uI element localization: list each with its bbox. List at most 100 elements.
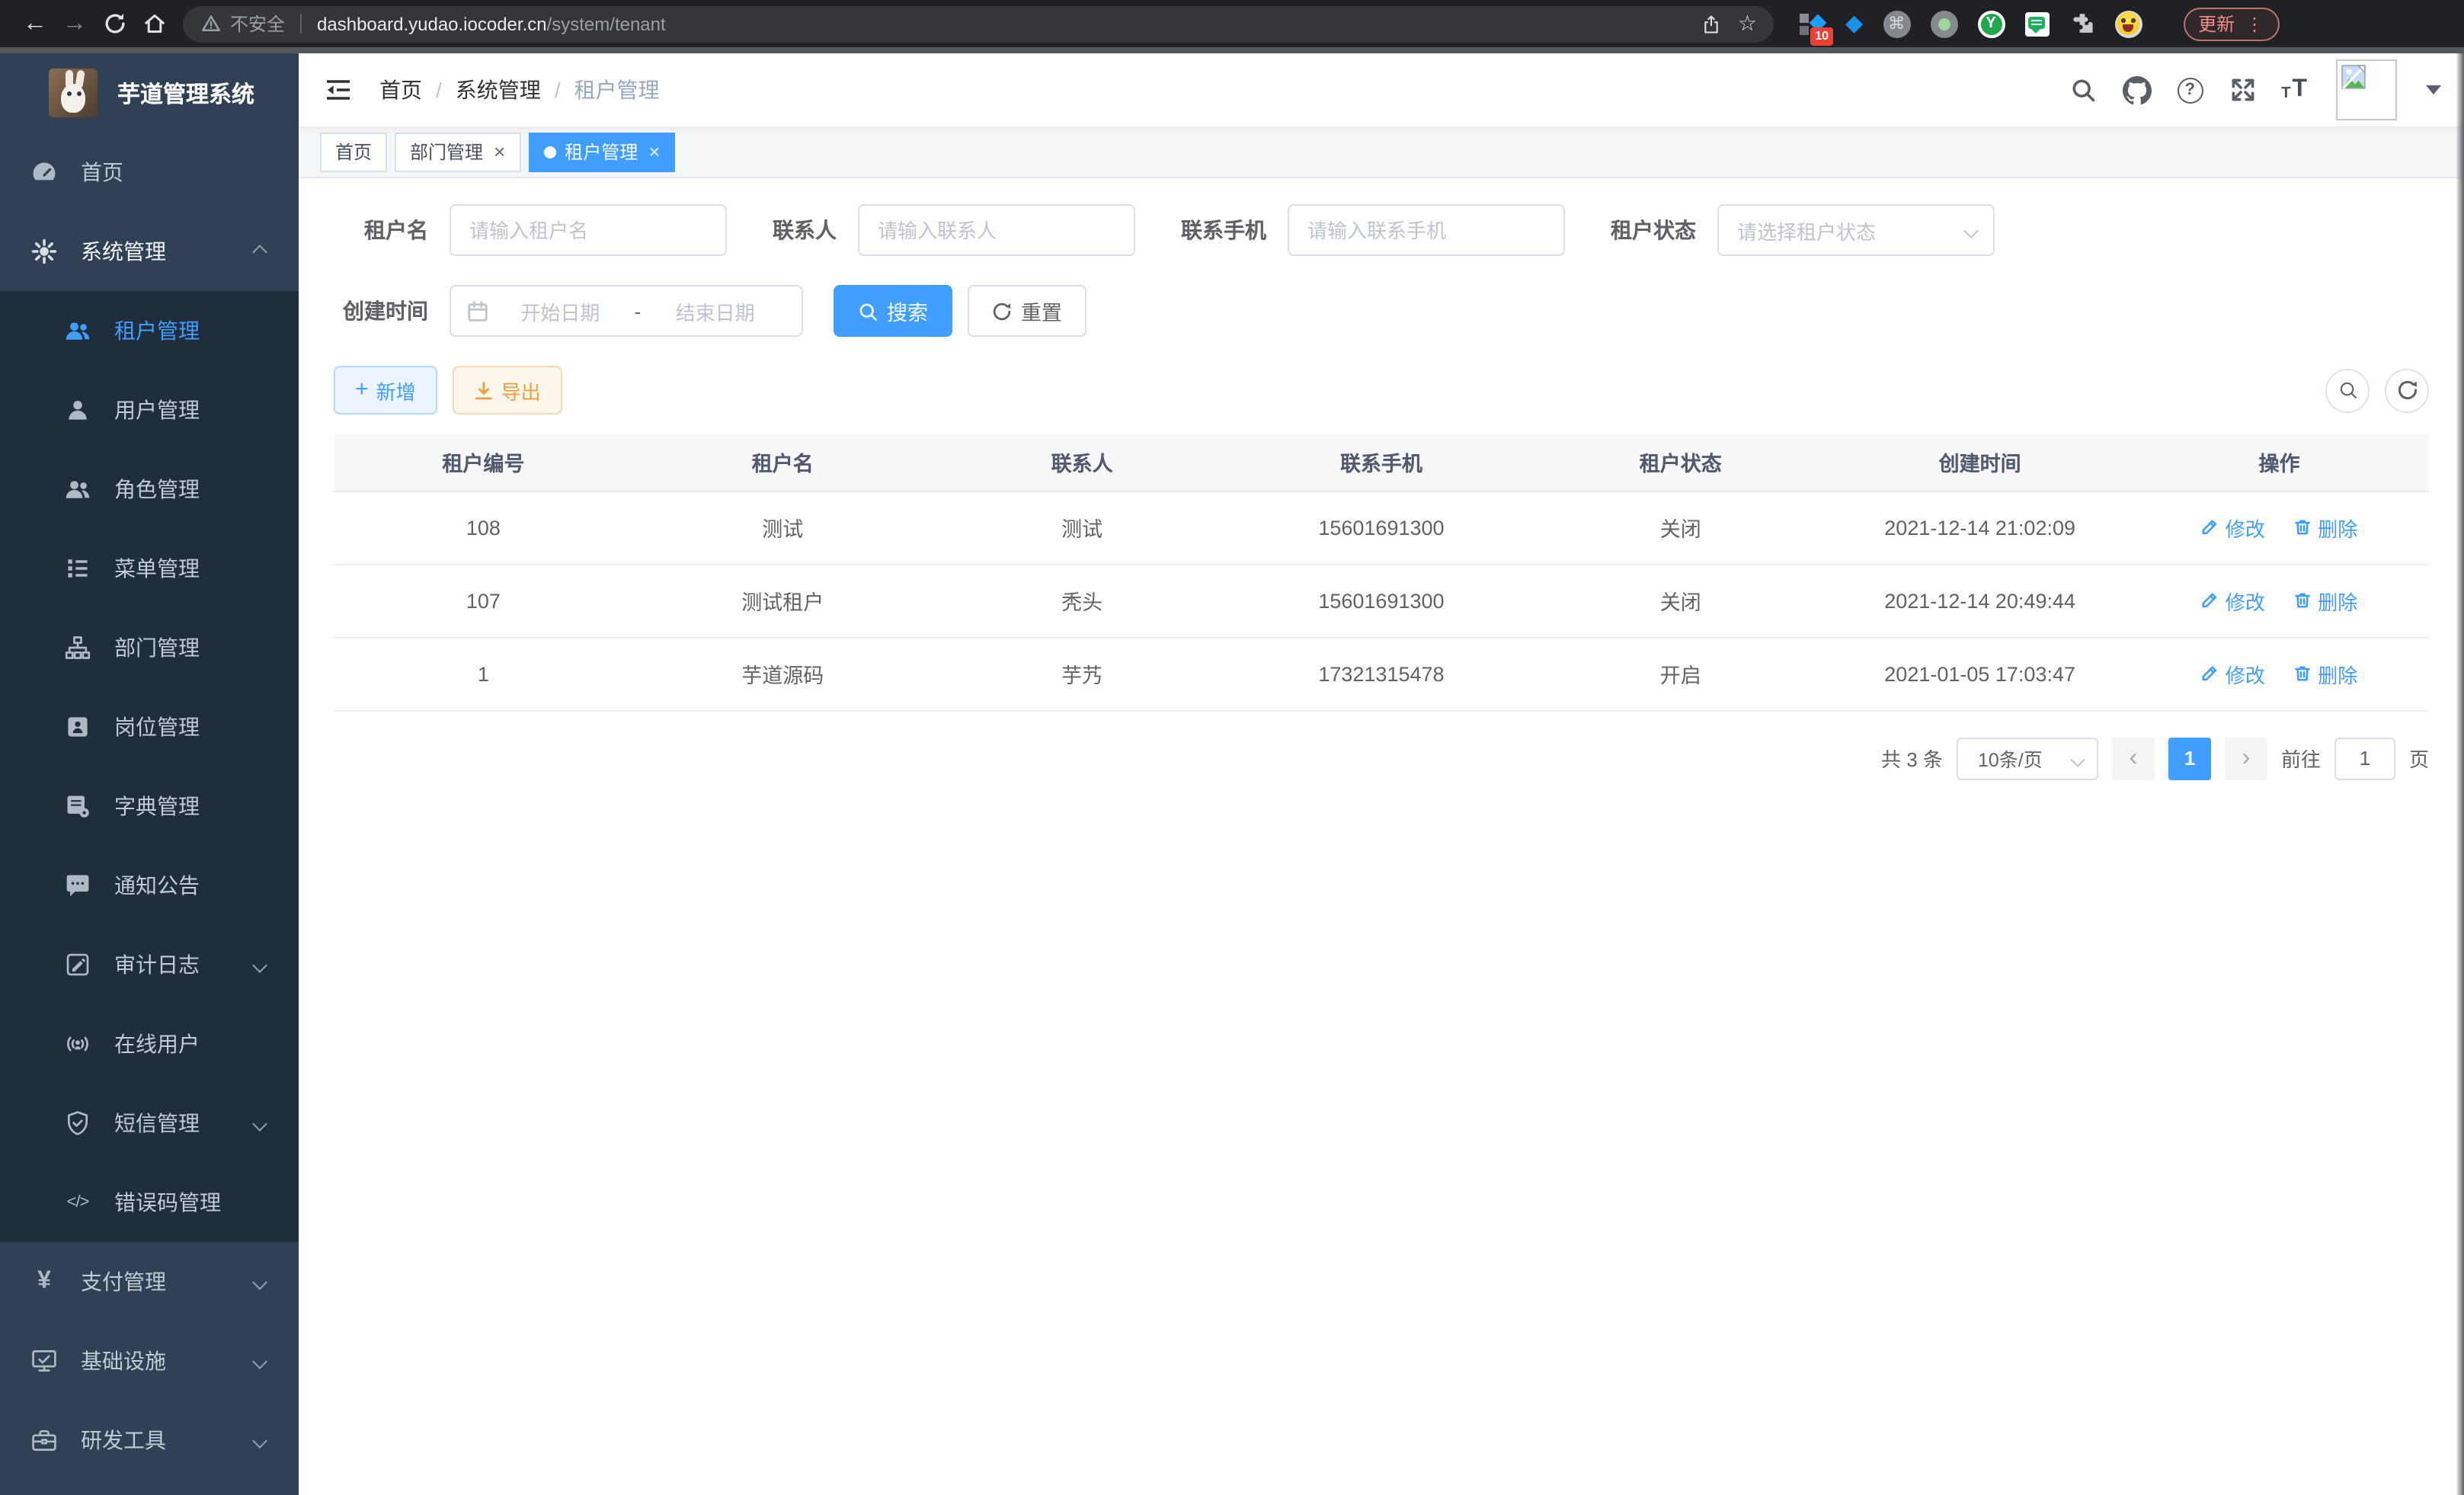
- sidebar-item-role[interactable]: 角色管理: [0, 450, 299, 529]
- sidebar-item-dept[interactable]: 部门管理: [0, 608, 299, 687]
- next-page-button[interactable]: ›: [2225, 737, 2267, 780]
- extension-chat-icon[interactable]: [2024, 11, 2049, 36]
- tab-tenant[interactable]: 租户管理 ×: [528, 132, 675, 171]
- mobile-input[interactable]: [1288, 204, 1565, 256]
- tab-home[interactable]: 首页: [320, 132, 387, 171]
- sidebar-item-user[interactable]: 用户管理: [0, 370, 299, 450]
- edit-button[interactable]: 修改: [2201, 659, 2265, 688]
- sidebar-item-error-code[interactable]: </> 错误码管理: [0, 1163, 299, 1242]
- date-start-placeholder[interactable]: 开始日期: [489, 296, 632, 325]
- date-separator: -: [632, 299, 645, 322]
- home-icon: [142, 12, 165, 35]
- sidebar-item-dict[interactable]: 字典管理: [0, 767, 299, 846]
- extension-blocks-icon[interactable]: 10: [1798, 10, 1826, 37]
- users-icon: [64, 317, 91, 344]
- delete-button[interactable]: 删除: [2293, 659, 2357, 688]
- extensions-puzzle-icon[interactable]: [2069, 11, 2094, 37]
- sidebar-fold-button[interactable]: [322, 73, 355, 107]
- extension-emoji-icon[interactable]: [2114, 10, 2142, 37]
- prev-page-button[interactable]: ‹: [2112, 737, 2155, 780]
- sidebar-item-label: 研发工具: [81, 1425, 232, 1455]
- date-range-picker[interactable]: 开始日期 - 结束日期: [450, 285, 803, 337]
- github-button[interactable]: [2121, 75, 2152, 105]
- address-bar[interactable]: 不安全 dashboard.yudao.iocoder.cn/system/te…: [183, 5, 1774, 42]
- cell-actions: 修改 删除: [2130, 491, 2429, 564]
- search-button[interactable]: 搜索: [834, 285, 952, 337]
- extension-command-icon[interactable]: ⌘: [1883, 10, 1910, 37]
- avatar-caret-icon[interactable]: [2426, 85, 2441, 94]
- fullscreen-button[interactable]: [2228, 75, 2258, 105]
- sidebar-item-audit-log[interactable]: 审计日志: [0, 925, 299, 1004]
- contact-input[interactable]: [858, 204, 1135, 256]
- extension-green-dot-icon[interactable]: [1930, 10, 1957, 37]
- browser-forward-button[interactable]: →: [55, 4, 94, 43]
- sidebar-item-dev-tools[interactable]: 研发工具: [0, 1401, 299, 1480]
- share-icon[interactable]: [1701, 13, 1723, 34]
- extension-kite-icon[interactable]: ◆: [1845, 12, 1863, 35]
- app-title: 芋道管理系统: [117, 77, 254, 109]
- cell-created: 2021-12-14 20:49:44: [1830, 564, 2130, 637]
- breadcrumb-home[interactable]: 首页: [379, 75, 422, 105]
- bookmark-star-icon[interactable]: ☆: [1738, 11, 1757, 37]
- export-button[interactable]: 导出: [453, 366, 562, 415]
- extension-y-icon[interactable]: Y: [1977, 10, 2005, 37]
- header-search-button[interactable]: [2068, 75, 2098, 105]
- date-end-placeholder[interactable]: 结束日期: [644, 296, 786, 325]
- tab-dept[interactable]: 部门管理 ×: [395, 132, 520, 171]
- browser-update-button[interactable]: 更新 ⋮: [2183, 7, 2279, 40]
- edit-button[interactable]: 修改: [2201, 586, 2265, 615]
- sidebar-item-label: 通知公告: [114, 870, 268, 901]
- export-button-label: 导出: [501, 376, 541, 405]
- close-icon[interactable]: ×: [648, 142, 660, 162]
- table-search-toggle-button[interactable]: [2325, 368, 2370, 412]
- delete-button[interactable]: 删除: [2293, 513, 2357, 542]
- breadcrumb-system[interactable]: 系统管理: [456, 75, 541, 105]
- help-button[interactable]: ?: [2174, 75, 2205, 105]
- block-icon: [1800, 25, 1809, 34]
- cell-status: 开启: [1531, 637, 1830, 710]
- sidebar-item-system[interactable]: 系统管理: [0, 212, 299, 291]
- browser-home-button[interactable]: [134, 4, 174, 43]
- security-label[interactable]: 不安全: [230, 11, 285, 37]
- warning-icon: [201, 14, 221, 34]
- edit-button[interactable]: 修改: [2201, 513, 2265, 542]
- sidebar-item-pay[interactable]: ¥ 支付管理: [0, 1242, 299, 1321]
- avatar[interactable]: [2336, 59, 2397, 120]
- status-select[interactable]: 请选择租户状态: [1717, 204, 1995, 256]
- page-size-select[interactable]: 10条/页: [1957, 737, 2098, 780]
- emoji-face-icon: [2117, 12, 2139, 35]
- cell-mobile: 15601691300: [1232, 491, 1531, 564]
- refresh-icon: [2396, 379, 2418, 401]
- browser-back-button[interactable]: ←: [15, 4, 55, 43]
- tenant-name-input[interactable]: [450, 204, 727, 256]
- browser-menu-icon[interactable]: ⋮: [2245, 13, 2264, 34]
- sidebar-item-menu[interactable]: 菜单管理: [0, 529, 299, 608]
- browser-reload-button[interactable]: [94, 4, 134, 43]
- sidebar-item-infra[interactable]: 基础设施: [0, 1321, 299, 1401]
- sidebar-item-home[interactable]: 首页: [0, 133, 299, 212]
- navbar-actions: ? TT: [2068, 59, 2441, 120]
- sidebar-logo-row[interactable]: 芋道管理系统: [0, 53, 299, 133]
- page-content: 租户名 联系人 联系手机 租户状态 请选择租户状态 创建时间: [299, 178, 2464, 1495]
- sidebar-item-tenant[interactable]: 租户管理: [0, 291, 299, 370]
- font-size-button[interactable]: TT: [2281, 78, 2307, 102]
- fold-icon: [323, 75, 354, 105]
- sidebar-item-notice[interactable]: 通知公告: [0, 846, 299, 925]
- add-button[interactable]: + 新增: [334, 366, 437, 415]
- block-icon: [1800, 13, 1809, 22]
- forward-icon: →: [62, 10, 87, 37]
- goto-page-input[interactable]: [2334, 737, 2395, 780]
- reset-button[interactable]: 重置: [968, 285, 1086, 337]
- table-refresh-button[interactable]: [2385, 368, 2429, 412]
- breadcrumb-separator: /: [555, 78, 561, 102]
- column-header-id: 租户编号: [334, 434, 633, 491]
- close-icon[interactable]: ×: [494, 142, 505, 162]
- delete-button[interactable]: 删除: [2293, 586, 2357, 615]
- cell-id: 107: [334, 564, 633, 637]
- sidebar-item-sms[interactable]: 短信管理: [0, 1084, 299, 1163]
- page-number-button[interactable]: 1: [2168, 737, 2211, 780]
- column-header-status: 租户状态: [1531, 434, 1830, 491]
- sidebar-item-post[interactable]: 岗位管理: [0, 687, 299, 767]
- sidebar-item-online-users[interactable]: 在线用户: [0, 1004, 299, 1084]
- dashboard-icon: [30, 158, 58, 186]
